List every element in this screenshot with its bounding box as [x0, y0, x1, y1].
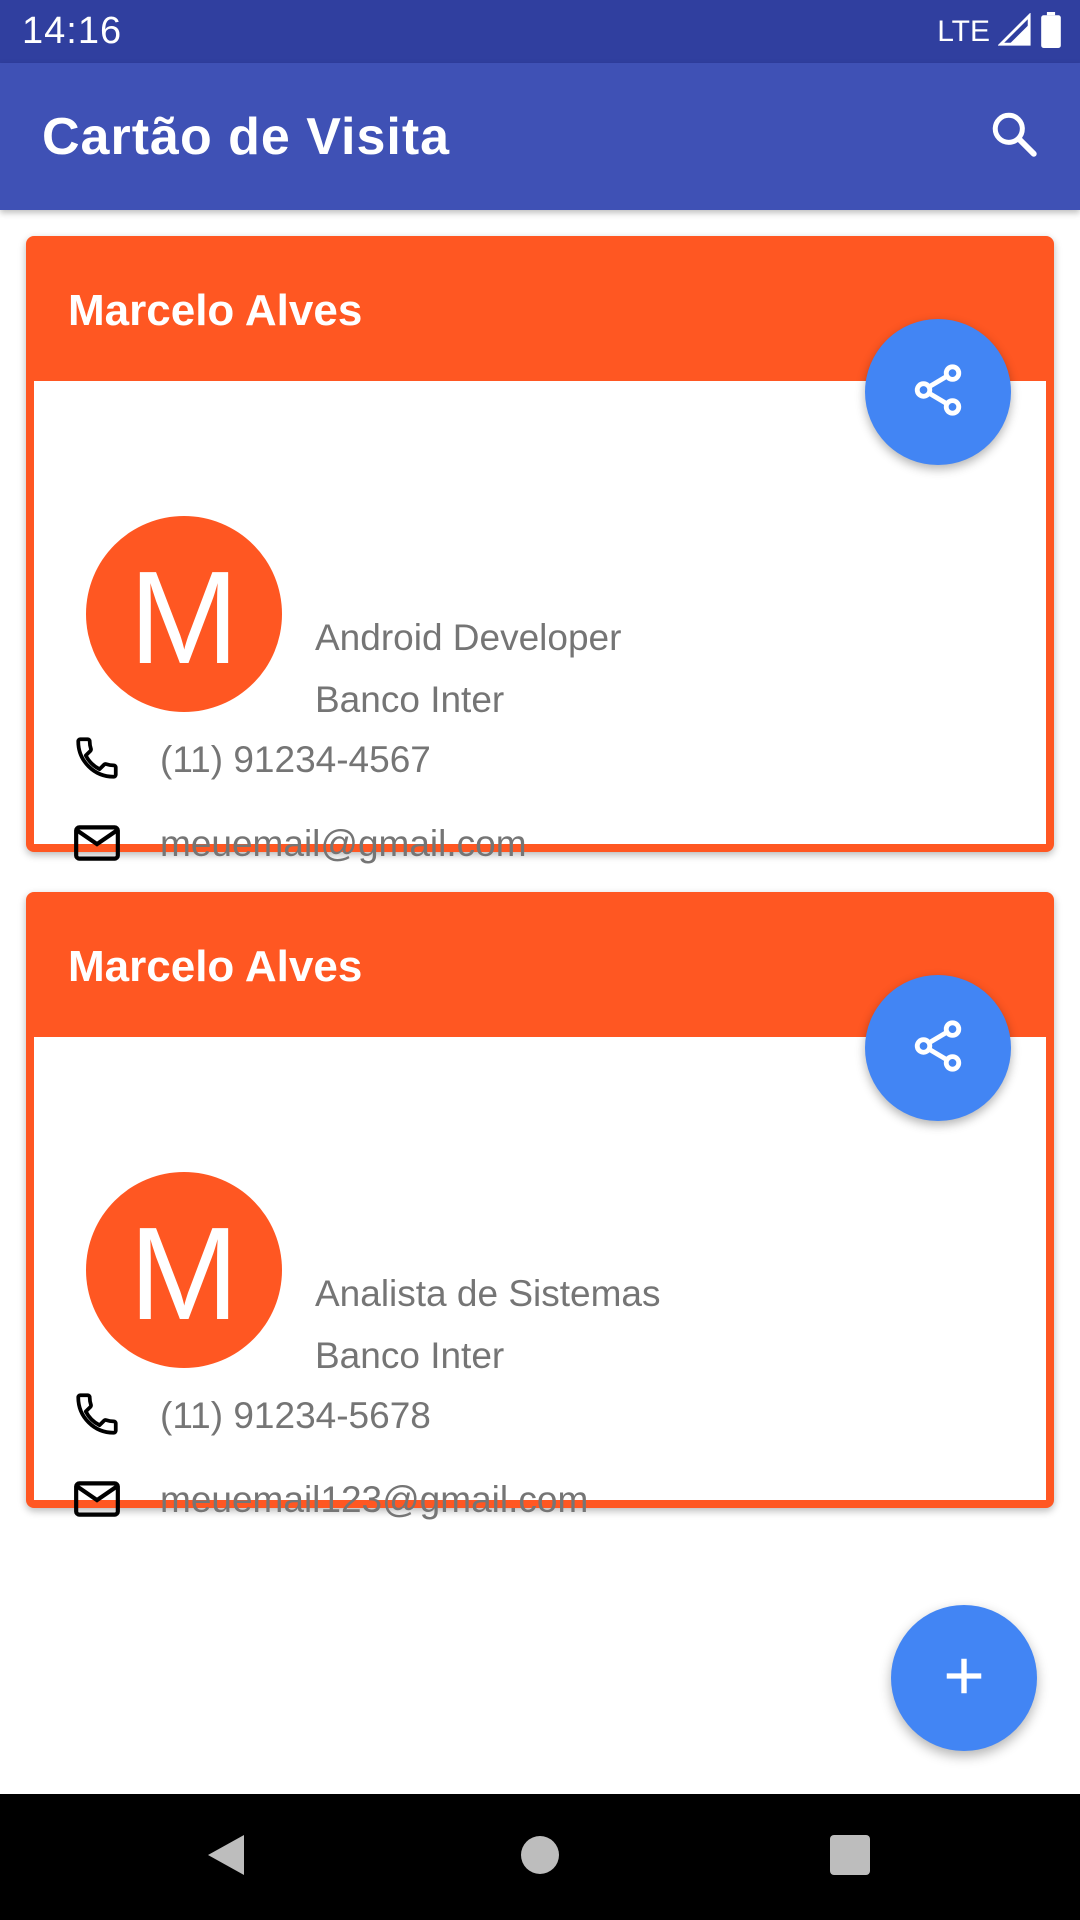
back-icon	[204, 1831, 248, 1884]
avatar: M	[86, 516, 282, 712]
search-icon	[989, 109, 1039, 164]
network-type-label: LTE	[937, 15, 990, 48]
phone-icon	[72, 1389, 122, 1439]
status-icons: LTE	[937, 11, 1062, 53]
nav-back-button[interactable]	[186, 1817, 266, 1897]
email-icon	[72, 818, 122, 868]
status-time: 14:16	[22, 10, 123, 52]
card-company: Banco Inter	[315, 679, 505, 720]
card-phone[interactable]: (11) 91234-5678	[160, 1395, 431, 1437]
share-icon	[909, 361, 967, 424]
app-bar: Cartão de Visita	[0, 63, 1080, 210]
card-email[interactable]: meuemail@gmail.com	[160, 823, 527, 865]
nav-home-button[interactable]	[500, 1817, 580, 1897]
recents-icon	[830, 1834, 870, 1880]
phone-icon	[72, 733, 122, 783]
status-bar: 14:16 LTE	[0, 0, 1080, 63]
search-button[interactable]	[978, 100, 1050, 172]
avatar-letter: M	[129, 1200, 239, 1347]
card-name: Marcelo Alves	[68, 286, 363, 335]
business-card[interactable]: Marcelo Alves Android Developer Banco In…	[26, 236, 1054, 864]
business-card[interactable]: Marcelo Alves Analista de Sistemas Banco…	[26, 892, 1054, 1520]
system-nav-bar	[0, 1794, 1080, 1920]
signal-icon	[997, 11, 1032, 52]
plus-icon	[941, 1653, 987, 1704]
battery-icon	[1040, 11, 1062, 53]
card-role: Android Developer	[315, 617, 622, 658]
add-card-button[interactable]	[891, 1605, 1037, 1751]
share-button[interactable]	[865, 975, 1011, 1121]
card-email[interactable]: meuemail123@gmail.com	[160, 1479, 588, 1521]
avatar: M	[86, 1172, 282, 1368]
card-role: Analista de Sistemas	[315, 1273, 661, 1314]
home-icon	[520, 1835, 560, 1880]
card-phone[interactable]: (11) 91234-4567	[160, 739, 431, 781]
app-title: Cartão de Visita	[42, 108, 451, 166]
card-company: Banco Inter	[315, 1335, 505, 1376]
share-icon	[909, 1017, 967, 1080]
share-button[interactable]	[865, 319, 1011, 465]
nav-recents-button[interactable]	[810, 1817, 890, 1897]
card-name: Marcelo Alves	[68, 942, 363, 991]
email-icon	[72, 1474, 122, 1524]
avatar-letter: M	[129, 544, 239, 691]
